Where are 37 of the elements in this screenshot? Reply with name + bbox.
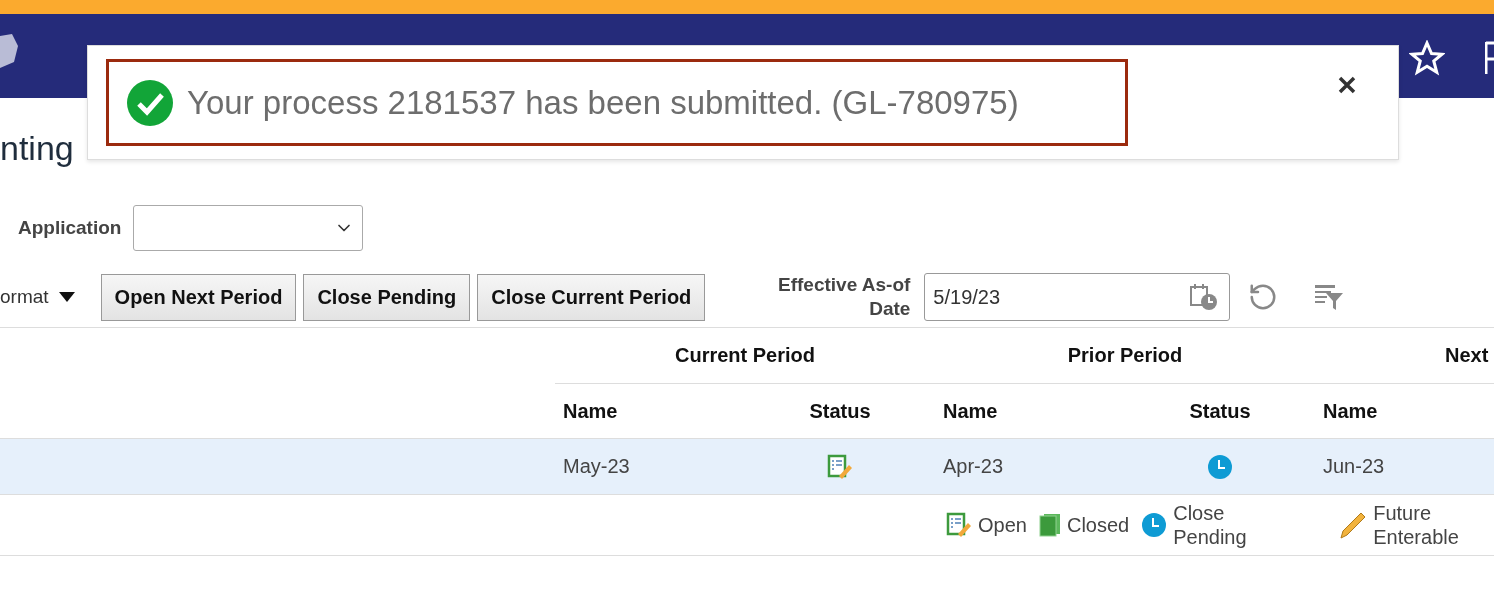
column-group-header: Prior Period	[1067, 344, 1183, 367]
filter-icon[interactable]	[1314, 283, 1345, 311]
legend-label: Close Pending	[1173, 501, 1248, 549]
field-label: Application	[18, 217, 122, 239]
format-menu[interactable]: ormat	[0, 286, 49, 308]
column-header[interactable]: Name	[1323, 399, 1378, 423]
column-header[interactable]: Status	[809, 399, 871, 423]
flag-icon[interactable]	[1485, 40, 1494, 76]
open-status-icon	[827, 453, 853, 480]
column-header[interactable]: Status	[1189, 399, 1251, 423]
pencil-icon	[1339, 510, 1368, 540]
calendar-icon[interactable]	[1189, 283, 1220, 311]
date-field[interactable]: 5/19/23	[924, 273, 1231, 321]
application-select[interactable]	[133, 205, 364, 251]
clock-status-icon	[1207, 453, 1233, 480]
legend-label: Closed	[1066, 513, 1130, 537]
legend-label: Future Enterable	[1373, 501, 1460, 549]
clock-legend-icon	[1141, 512, 1168, 538]
caret-icon[interactable]	[58, 291, 75, 303]
legend-label: Open	[978, 513, 1027, 537]
column-header[interactable]: Name	[943, 399, 998, 423]
closed-status-icon	[1038, 513, 1061, 537]
table-cell: Apr-23	[943, 455, 1004, 478]
column-group-header: Current Period	[675, 344, 815, 367]
toolbar-button[interactable]: Close Current Period	[477, 273, 706, 321]
toolbar-button[interactable]: Open Next Period	[100, 273, 297, 321]
column-group-header: Next	[1445, 344, 1489, 367]
notification-message: Your process 2181537 has been submitted. (GL-780975)	[187, 83, 1019, 122]
date-label: Effective As-of Date	[777, 273, 911, 321]
page-title: nting	[0, 128, 75, 168]
open-status-icon	[946, 512, 972, 538]
table-cell: May-23	[563, 455, 630, 478]
table-cell: Jun-23	[1323, 455, 1385, 478]
column-header[interactable]: Name	[563, 399, 618, 423]
toolbar-button[interactable]: Close Pending	[303, 273, 471, 321]
success-check-icon	[127, 79, 173, 126]
star-icon[interactable]	[1409, 40, 1445, 76]
